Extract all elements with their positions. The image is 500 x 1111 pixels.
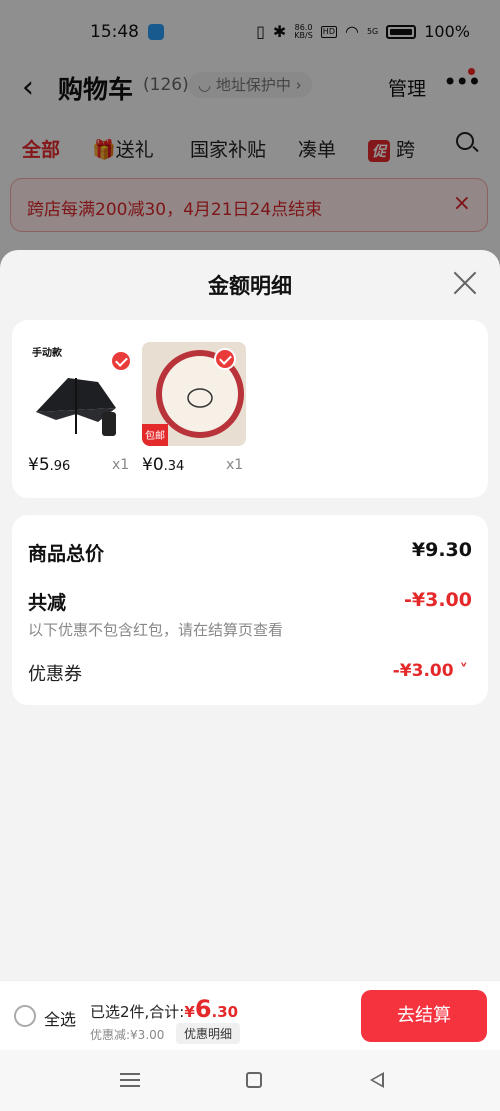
coupon-value[interactable]: -¥3.00 ˅	[393, 661, 468, 681]
close-icon[interactable]	[452, 270, 478, 296]
product-qty: x1	[112, 457, 130, 473]
home-icon[interactable]	[246, 1072, 262, 1088]
product-checked-icon[interactable]	[214, 348, 236, 370]
total-label: 商品总价	[28, 543, 105, 565]
menu-icon[interactable]	[120, 1073, 140, 1087]
total-value: ¥9.30	[411, 539, 472, 561]
checkout-button[interactable]: 去结算	[361, 990, 487, 1042]
product-checked-icon[interactable]	[110, 350, 132, 372]
discount-label: 共减	[28, 592, 67, 614]
selection-summary: 已选2件,合计:¥6.30	[90, 995, 239, 1023]
svg-text:包邮: 包邮	[145, 429, 165, 442]
product-qty: x1	[226, 457, 244, 473]
system-nav-bar	[0, 1050, 500, 1111]
discount-summary: 优惠减:¥3.00	[90, 1028, 165, 1042]
select-all-label[interactable]: 全选	[44, 1006, 76, 1030]
product-price: ¥5.96	[28, 455, 71, 475]
back-nav-icon[interactable]	[370, 1072, 384, 1088]
selected-products-card: 手动款 包邮 ¥5.96 x1 ¥0.34 x1	[12, 320, 488, 498]
chevron-down-icon: ˅	[459, 661, 469, 681]
total-amount: ¥6.30	[184, 995, 239, 1023]
discount-detail-button[interactable]: 优惠明细	[176, 1023, 241, 1044]
checkout-bar: 全选 已选2件,合计:¥6.30 优惠减:¥3.00 优惠明细 去结算	[0, 980, 500, 1050]
select-all-radio[interactable]	[14, 1005, 36, 1027]
price-summary-card: 商品总价 ¥9.30 共减 -¥3.00 以下优惠不包含红包，请在结算页查看 优…	[12, 515, 488, 705]
svg-text:手动款: 手动款	[32, 346, 63, 359]
discount-value: -¥3.00	[404, 589, 472, 611]
sheet-title: 金额明细	[208, 274, 292, 298]
coupon-label: 优惠券	[28, 664, 82, 685]
product-price: ¥0.34	[142, 455, 185, 475]
discount-note: 以下优惠不包含红包，请在结算页查看	[28, 621, 284, 639]
